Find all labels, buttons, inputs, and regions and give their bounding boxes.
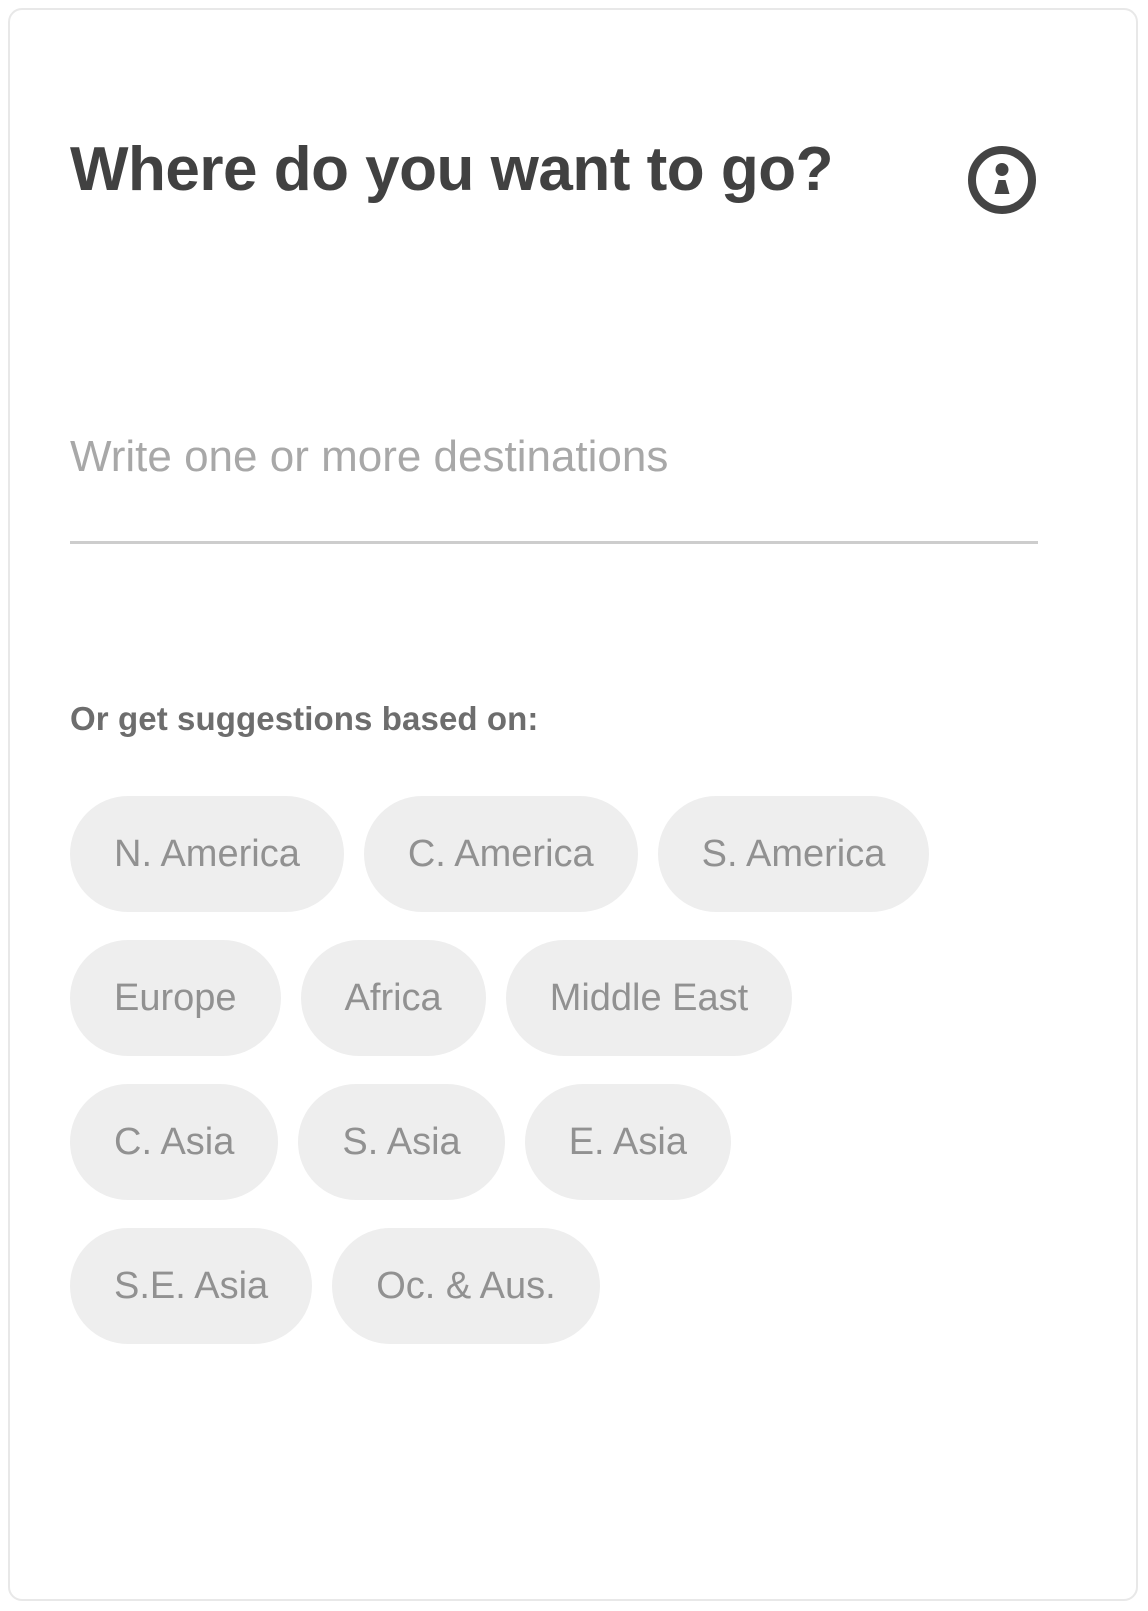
chip-africa[interactable]: Africa (300, 940, 486, 1056)
info-circle-icon (966, 144, 1038, 216)
destination-input[interactable] (70, 428, 1038, 545)
chip-c-asia[interactable]: C. Asia (70, 1084, 279, 1200)
chip-c-america[interactable]: C. America (363, 796, 638, 912)
suggestion-chip-row: Europe Africa Middle East (70, 940, 1038, 1056)
chip-s-america[interactable]: S. America (657, 796, 930, 912)
info-button[interactable] (966, 144, 1038, 216)
suggestion-chip-row: N. America C. America S. America (70, 796, 1038, 912)
chip-oceania-australia[interactable]: Oc. & Aus. (332, 1228, 600, 1344)
destination-field (70, 428, 1038, 545)
chip-middle-east[interactable]: Middle East (505, 940, 793, 1056)
chip-europe[interactable]: Europe (70, 940, 281, 1056)
page-title: Where do you want to go? (70, 135, 833, 204)
card-content: Where do you want to go? Or get suggesti… (70, 10, 1076, 1599)
card-header: Where do you want to go? (70, 130, 1038, 216)
suggestion-chip-group: N. America C. America S. America Europe … (70, 796, 1038, 1344)
chip-se-asia[interactable]: S.E. Asia (70, 1228, 313, 1344)
chip-n-america[interactable]: N. America (70, 796, 344, 912)
chip-e-asia[interactable]: E. Asia (524, 1084, 731, 1200)
chip-s-asia[interactable]: S. Asia (298, 1084, 505, 1200)
destination-card: Where do you want to go? Or get suggesti… (8, 8, 1138, 1601)
suggestion-chip-row: C. Asia S. Asia E. Asia (70, 1084, 1038, 1200)
suggestion-chip-row: S.E. Asia Oc. & Aus. (70, 1228, 1038, 1344)
suggestions-label: Or get suggestions based on: (70, 700, 539, 737)
